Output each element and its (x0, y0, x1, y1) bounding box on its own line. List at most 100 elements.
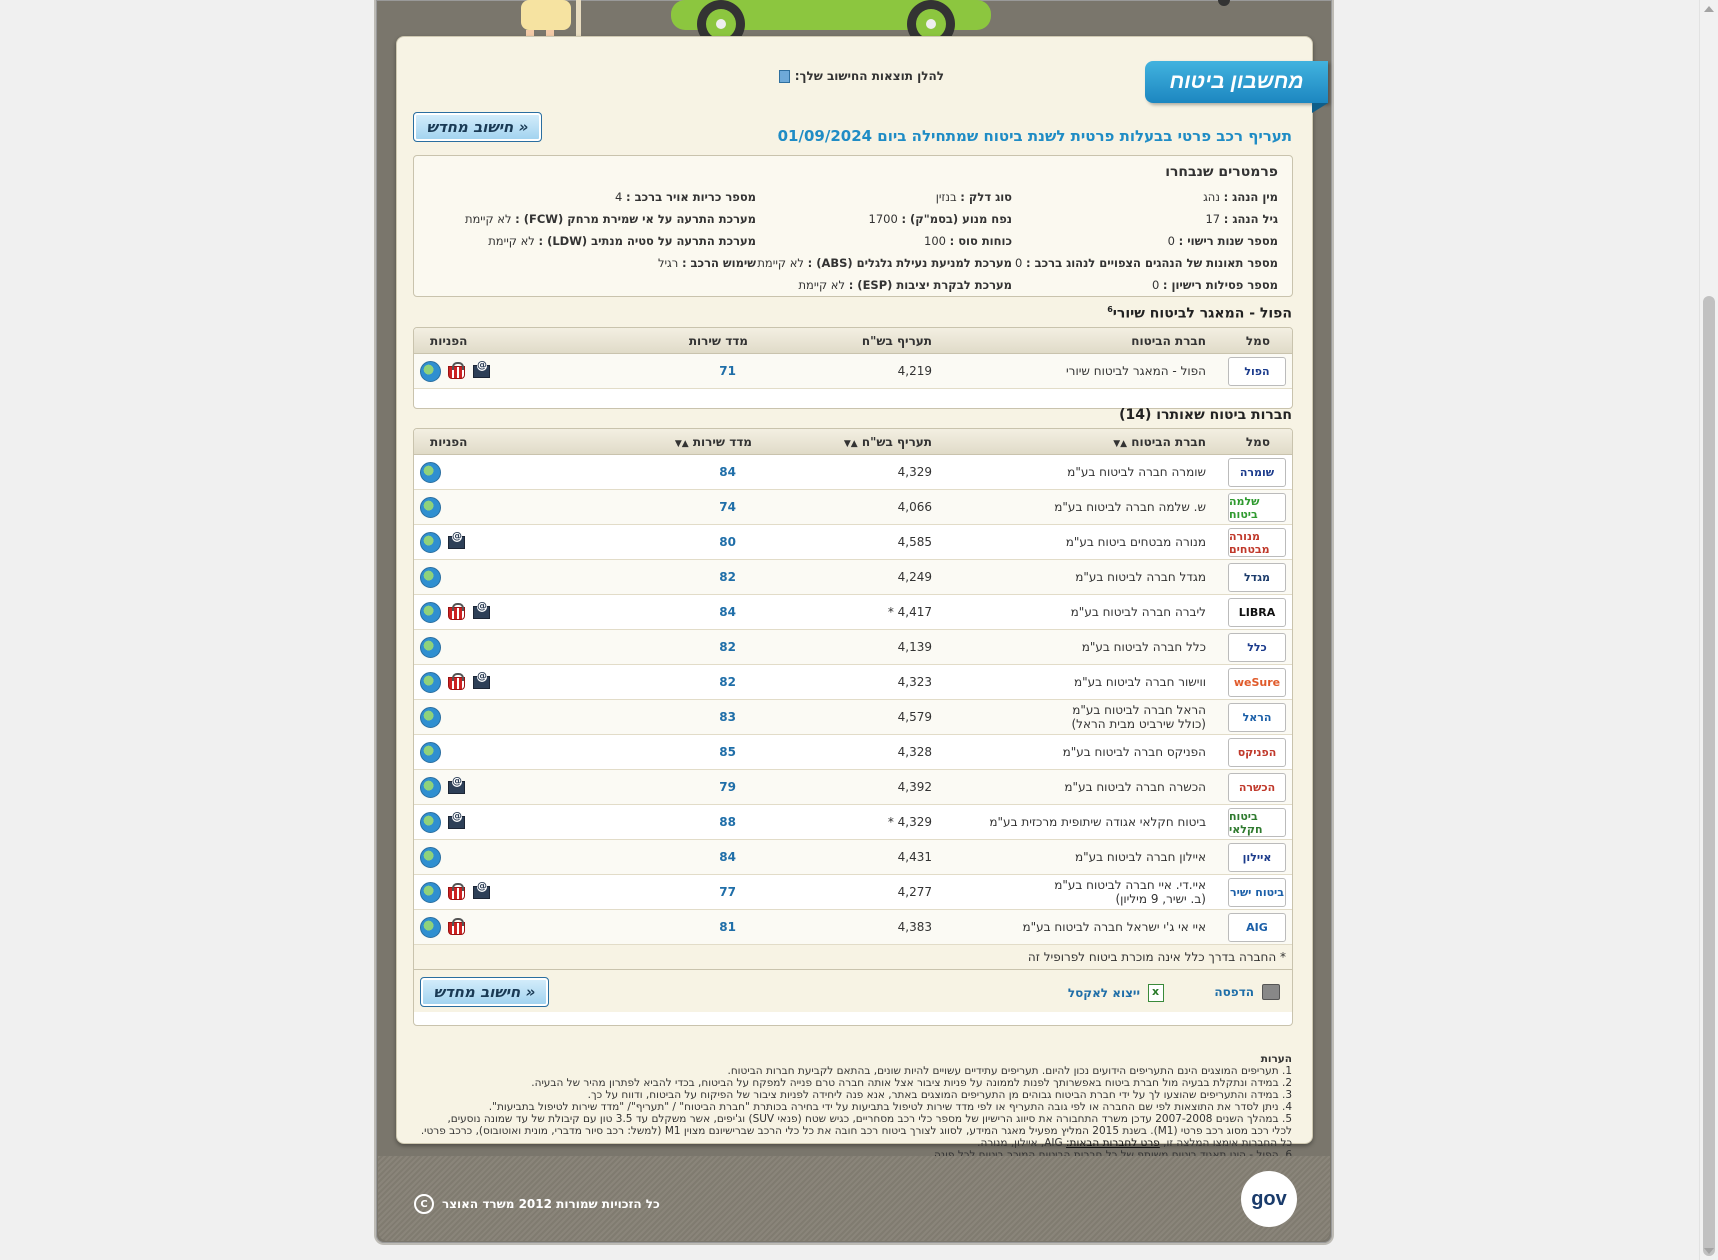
globe-icon[interactable] (420, 497, 441, 518)
company-price: 4,328 (897, 745, 932, 759)
parameter-value: לא קיימת (798, 278, 846, 292)
globe-icon[interactable] (420, 917, 441, 938)
header-logo: סמל (1245, 435, 1270, 449)
header-company: חברת הביטוח (1131, 334, 1206, 348)
company-row: AIG איי אי ג'י ישראל חברה לביטוח בע"מ 4,38… (414, 910, 1292, 945)
sort-by-score[interactable]: מדד שירות ▲▼ (675, 435, 752, 449)
pool-table: סמל חברת הביטוח תעריף בש"ח מדד שירות הפנ… (413, 327, 1293, 409)
excel-icon (1148, 984, 1164, 1002)
page-headline: תעריף רכב פרטי בבעלות פרטית לשנת ביטוח ש… (777, 127, 1292, 145)
pool-service-score: 71 (719, 364, 736, 378)
calculator-icon (778, 69, 790, 83)
basket-icon[interactable] (447, 882, 466, 901)
company-logo: שלמה ביטוח (1228, 493, 1286, 522)
company-logo: ביטוח ישיר (1228, 878, 1286, 907)
mail-icon[interactable] (447, 532, 466, 551)
scrollbar[interactable] (1699, 0, 1718, 1260)
company-ref-icons (420, 637, 441, 658)
globe-icon[interactable] (420, 462, 441, 483)
gov-logo[interactable]: gov (1241, 1171, 1297, 1227)
results-note: להלן תוצאות החישוב שלך: (778, 69, 944, 83)
company-logo: הפניקס (1228, 738, 1286, 767)
globe-icon[interactable] (420, 672, 441, 693)
company-logo: שומרה (1228, 458, 1286, 487)
company-ref-icons (420, 672, 491, 693)
globe-icon[interactable] (420, 602, 441, 623)
company-service-score: 79 (719, 780, 736, 794)
globe-icon[interactable] (420, 777, 441, 798)
notes-section: הערות 1. תעריפים המוצגים הינם התעריפים ה… (412, 1053, 1292, 1161)
table-footnote: * החברה בדרך כלל אינה מוכרת ביטוח לפרופי… (414, 945, 1292, 970)
company-name: הראל חברה לביטוח בע"מ (1072, 703, 1206, 717)
sort-by-price[interactable]: תעריף בש"ח ▲▼ (844, 435, 932, 449)
company-row: שומרה שומרה חברה לביטוח בע"מ 4,329 84 (414, 455, 1292, 490)
parameter-value: בנזין (935, 190, 957, 204)
mail-icon[interactable] (447, 777, 466, 796)
company-subname: (כולל שירביט מבית הראל) (1071, 717, 1206, 731)
globe-icon[interactable] (420, 567, 441, 588)
mail-icon[interactable] (447, 812, 466, 831)
globe-icon[interactable] (420, 812, 441, 833)
print-button[interactable]: הדפסה (1214, 984, 1280, 1000)
parameter-value: רגיל (657, 256, 679, 270)
scroll-down-icon[interactable] (1704, 1248, 1714, 1254)
company-logo-text: AIG (1246, 921, 1268, 934)
sort-by-company[interactable]: חברת הביטוח ▲▼ (1113, 435, 1206, 449)
mail-icon[interactable] (472, 361, 491, 380)
company-row: הפניקס הפניקס חברה לביטוח בע"מ 4,328 85 (414, 735, 1292, 770)
parameter-label: מין הנהג : (1223, 190, 1278, 204)
export-excel-button[interactable]: ייצוא לאקסל (1068, 984, 1164, 1002)
company-price: 4,383 (897, 920, 932, 934)
company-service-score: 84 (719, 850, 736, 864)
company-service-score: 82 (719, 640, 736, 654)
globe-icon[interactable] (420, 361, 441, 382)
company-price: 4,431 (897, 850, 932, 864)
pool-section-title: הפול - המאגר לביטוח שיורי6 (1107, 305, 1292, 322)
globe-icon[interactable] (420, 637, 441, 658)
recalculate-button-top[interactable]: « חישוב מחדש (413, 112, 542, 142)
copyright: כל הזכויות שמורות 2012 משרד האוצר C (414, 1194, 660, 1214)
globe-icon[interactable] (420, 742, 441, 763)
globe-icon[interactable] (420, 707, 441, 728)
companies-section-title: חברות ביטוח שאותרו (14) (1119, 407, 1292, 423)
note-line: 5. במהלך השנים 2007-2008 עדכן משרד התחבו… (447, 1113, 1292, 1125)
page-frame: מחשבון ביטוח להלן תוצאות החישוב שלך: תער… (374, 0, 1334, 1245)
basket-icon[interactable] (447, 602, 466, 621)
parameter-label: סוג דלק : (960, 190, 1012, 204)
company-service-score: 74 (719, 500, 736, 514)
company-service-score: 82 (719, 675, 736, 689)
globe-icon[interactable] (420, 882, 441, 903)
parameter-item: מספר שנות רישוי : 0 (1168, 234, 1278, 248)
note-companies-link[interactable]: פרט לחברות הבאות: (1066, 1137, 1160, 1149)
company-service-score: 83 (719, 710, 736, 724)
note-line-tail: AIG, איילון, מנורה. (977, 1137, 1063, 1149)
basket-icon[interactable] (447, 361, 466, 380)
company-ref-icons (420, 882, 491, 903)
company-name: איי אי ג'י ישראל חברה לביטוח בע"מ (1022, 920, 1206, 934)
mail-icon[interactable] (472, 602, 491, 621)
parameter-item: שימוש הרכב : רגיל (658, 256, 756, 270)
parameter-value: לא קיימת (464, 212, 512, 226)
sort-icon: ▲▼ (674, 439, 689, 449)
company-name: הכשרה חברה לביטוח בע"מ (1064, 780, 1206, 794)
company-name: מגדל חברה לביטוח בע"מ (1075, 570, 1206, 584)
mail-icon[interactable] (472, 672, 491, 691)
basket-icon[interactable] (447, 917, 466, 936)
globe-icon[interactable] (420, 847, 441, 868)
company-name: ביטוח חקלאי אגודה שיתופית מרכזית בע"מ (989, 815, 1206, 829)
note-line: 1. תעריפים המוצגים הינם התעריפים הידועים… (727, 1065, 1292, 1077)
company-logo-text: LIBRA (1238, 606, 1276, 619)
scroll-up-icon[interactable] (1704, 6, 1714, 12)
company-row: מנורה מבטחים מנורה מבטחים ביטוח בע"מ 4,585… (414, 525, 1292, 560)
recalculate-button-bottom[interactable]: « חישוב מחדש (420, 977, 549, 1007)
header-price: תעריף בש"ח (861, 334, 932, 348)
globe-icon[interactable] (420, 532, 441, 553)
company-name-cell: מנורה מבטחים ביטוח בע"מ (1066, 535, 1206, 549)
mail-icon[interactable] (472, 882, 491, 901)
company-logo-text: הראל (1242, 711, 1272, 724)
pool-row: הפול הפול - המאגר לביטוח שיורי 4,219 71 (414, 354, 1292, 389)
scrollbar-thumb[interactable] (1703, 296, 1715, 1256)
company-ref-icons (420, 532, 466, 553)
basket-icon[interactable] (447, 672, 466, 691)
company-service-score: 88 (719, 815, 736, 829)
